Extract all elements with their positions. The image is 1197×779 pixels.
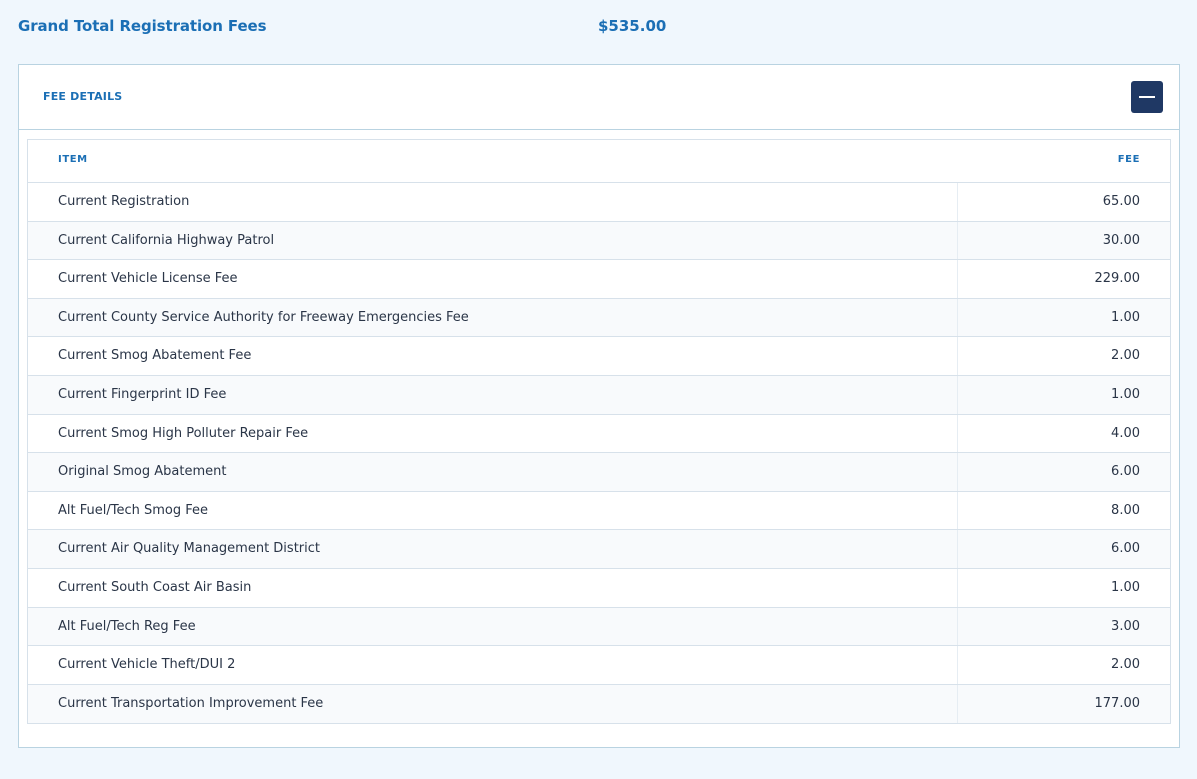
table-row: Current Fingerprint ID Fee 1.00 [28, 375, 1170, 415]
fee-item-name: Current Registration [58, 194, 190, 209]
grand-total-label: Grand Total Registration Fees [18, 17, 267, 35]
fee-item-name: Original Smog Abatement [58, 464, 227, 480]
column-divider [957, 414, 958, 453]
fee-item-name: Current Vehicle License Fee [58, 271, 238, 287]
fee-item-name: Current Transportation Improvement Fee [58, 695, 324, 711]
table-row: Current Smog Abatement Fee 2.00 [28, 337, 1170, 376]
fee-item-name: Alt Fuel/Tech Reg Fee [58, 618, 196, 634]
column-divider [957, 183, 958, 221]
column-header-item: ITEM [58, 154, 88, 165]
table-row: Current Transportation Improvement Fee 17… [28, 684, 1170, 724]
fee-item-name: Current Smog High Polluter Repair Fee [58, 425, 309, 441]
table-row: Original Smog Abatement 6.00 [28, 453, 1170, 492]
fee-amount: 2.00 [1111, 657, 1140, 673]
column-divider [957, 491, 958, 530]
fee-details-title: FEE DETAILS [43, 90, 123, 103]
column-divider [957, 684, 958, 724]
fee-item-name: Current County Service Authority for Fre… [58, 309, 469, 325]
fee-amount: 1.00 [1111, 386, 1140, 402]
column-header-fee: FEE [1117, 154, 1140, 165]
fee-amount: 4.00 [1111, 425, 1140, 441]
table-row: Current Smog High Polluter Repair Fee 4.0… [28, 414, 1170, 454]
grand-total-summary: Grand Total Registration Fees $535.00 [18, 17, 718, 41]
table-body: Current Registration 65.00 Current Califor… [28, 183, 1170, 724]
fee-amount: 229.00 [1094, 271, 1141, 287]
table-header: ITEM FEE [28, 140, 1170, 183]
table-row: Alt Fuel/Tech Reg Fee 3.00 [28, 607, 1170, 647]
fee-amount: 6.00 [1111, 541, 1140, 557]
column-divider [957, 453, 958, 491]
fee-amount: 30.00 [1102, 232, 1140, 248]
fee-amount: 1.00 [1111, 309, 1140, 325]
fee-item-name: Current Air Quality Management District [58, 541, 320, 557]
table-row: Current Vehicle License Fee 229.00 [28, 260, 1170, 299]
minus-icon [1139, 96, 1155, 98]
table-row: Current Vehicle Theft/DUI 2 2.00 [28, 646, 1170, 685]
column-divider [957, 260, 958, 298]
table-row: Current Air Quality Management District 6… [28, 530, 1170, 569]
fee-details-panel: FEE DETAILS ITEM FEE Current Registratio… [18, 64, 1180, 748]
grand-total-value: $535.00 [598, 17, 667, 35]
fee-amount: 177.00 [1094, 695, 1141, 711]
table-row: Alt Fuel/Tech Smog Fee 8.00 [28, 491, 1170, 531]
fee-table: ITEM FEE Current Registration 65.00 Curren… [27, 139, 1171, 725]
column-divider [957, 530, 958, 568]
fee-amount: 8.00 [1111, 502, 1140, 518]
table-row: Current South Coast Air Basin 1.00 [28, 568, 1170, 608]
column-divider [957, 298, 958, 337]
fee-amount: 2.00 [1111, 348, 1140, 364]
fee-item-name: Current Smog Abatement Fee [58, 348, 252, 364]
fee-item-name: Alt Fuel/Tech Smog Fee [58, 502, 208, 518]
column-divider [957, 646, 958, 684]
column-divider [957, 221, 958, 260]
column-divider [957, 375, 958, 414]
column-divider [957, 568, 958, 607]
fee-item-name: Current South Coast Air Basin [58, 579, 252, 595]
fee-amount: 3.00 [1111, 618, 1140, 634]
table-row: Current County Service Authority for Fre… [28, 298, 1170, 338]
fee-amount: 65.00 [1102, 194, 1140, 209]
collapse-button[interactable] [1131, 81, 1163, 113]
table-row: Current California Highway Patrol 30.00 [28, 221, 1170, 261]
fee-details-header[interactable]: FEE DETAILS [19, 65, 1179, 130]
column-divider [957, 607, 958, 646]
fee-item-name: Current California Highway Patrol [58, 232, 275, 248]
column-divider [957, 337, 958, 375]
fee-amount: 6.00 [1111, 464, 1140, 480]
table-row: Current Registration 65.00 [28, 183, 1170, 222]
fee-amount: 1.00 [1111, 579, 1140, 595]
fee-item-name: Current Fingerprint ID Fee [58, 386, 227, 402]
fee-item-name: Current Vehicle Theft/DUI 2 [58, 657, 236, 673]
